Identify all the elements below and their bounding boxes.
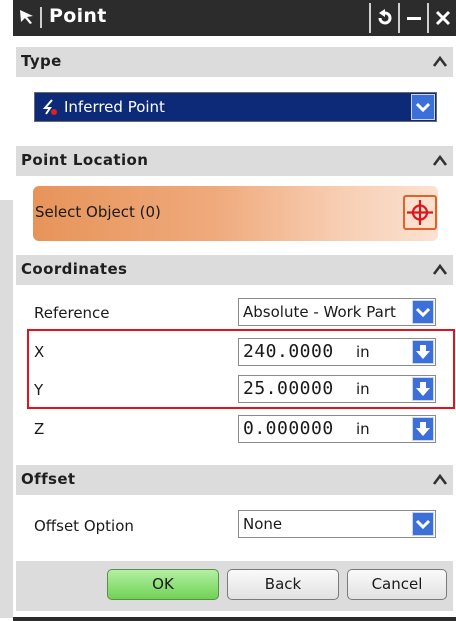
title-bar: Point (13, 0, 456, 36)
type-section-label: Type (21, 52, 62, 70)
collapse-chevron-icon (432, 154, 448, 166)
back-button[interactable]: Back (227, 569, 339, 600)
cursor-arrow-icon (17, 7, 37, 27)
bottom-border (13, 617, 456, 621)
ok-button[interactable]: OK (107, 569, 219, 600)
select-object-field[interactable]: Select Object (0) (33, 186, 438, 241)
offset-section-label: Offset (21, 470, 76, 488)
reset-button[interactable] (369, 3, 398, 33)
close-button[interactable] (427, 3, 456, 33)
point-location-section-label: Point Location (21, 151, 149, 169)
inferred-point-icon (42, 99, 57, 115)
reset-icon (378, 9, 392, 25)
cancel-button[interactable]: Cancel (347, 569, 447, 600)
minimize-button[interactable] (398, 3, 427, 33)
window-controls (369, 3, 456, 33)
minimize-icon (407, 17, 421, 20)
reference-dropdown[interactable]: Absolute - Work Part (238, 298, 436, 326)
offset-option-label: Offset Option (34, 517, 134, 535)
collapse-chevron-icon (432, 55, 448, 67)
z-value: 0.000000 (243, 418, 334, 439)
window-title: Point (49, 5, 107, 27)
point-location-section-header[interactable]: Point Location (16, 146, 453, 176)
offset-option-dropdown[interactable]: None (238, 510, 436, 538)
z-label: Z (34, 420, 45, 438)
offset-section-header[interactable]: Offset (16, 465, 453, 495)
reference-value: Absolute - Work Part (243, 303, 396, 321)
z-unit-dropdown-button[interactable] (412, 417, 434, 441)
select-object-label: Select Object (0) (35, 203, 161, 221)
point-dialog-button[interactable] (403, 195, 437, 230)
type-dropdown[interactable]: Inferred Point (34, 92, 437, 122)
chevron-down-icon (415, 519, 431, 530)
arrow-down-icon (416, 422, 430, 436)
offset-option-dropdown-button[interactable] (412, 512, 434, 536)
reference-label: Reference (34, 304, 110, 322)
coordinates-section-label: Coordinates (21, 260, 128, 278)
z-unit-dropdown[interactable]: in (350, 415, 436, 443)
type-dropdown-button[interactable] (411, 94, 435, 120)
title-separator (40, 7, 42, 28)
type-dropdown-value: Inferred Point (64, 98, 165, 116)
z-input[interactable]: 0.000000 (238, 415, 350, 443)
collapse-chevron-icon (432, 263, 448, 275)
point-dialog: Point Type Inferred Point Point Location… (13, 0, 456, 621)
type-section-header[interactable]: Type (16, 47, 453, 77)
close-icon (435, 10, 451, 26)
coordinates-section-header[interactable]: Coordinates (16, 255, 453, 285)
z-unit: in (356, 420, 370, 438)
chevron-down-icon (415, 102, 431, 113)
xy-highlight-box (27, 329, 455, 409)
offset-option-value: None (243, 515, 283, 533)
crosshair-icon (407, 200, 433, 225)
chevron-down-icon (415, 307, 431, 318)
reference-dropdown-button[interactable] (412, 300, 434, 324)
collapse-chevron-icon (432, 473, 448, 485)
background-panel-edge (0, 200, 13, 618)
